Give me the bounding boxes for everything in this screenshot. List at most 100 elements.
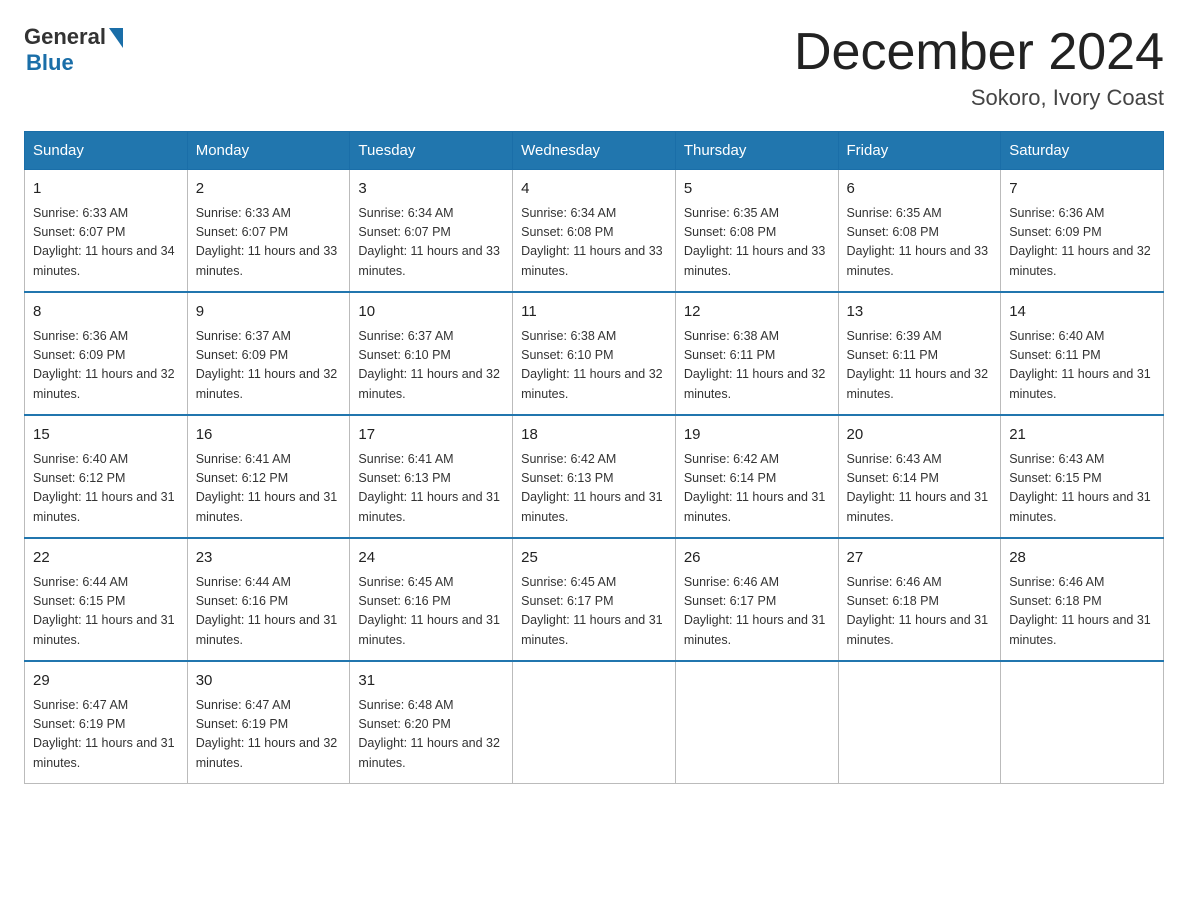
- logo-blue-text: Blue: [26, 50, 74, 76]
- day-number: 14: [1009, 301, 1155, 324]
- day-info: Sunrise: 6:36 AM Sunset: 6:09 PM Dayligh…: [1009, 204, 1155, 282]
- day-number: 25: [521, 547, 667, 570]
- calendar-cell: [1001, 661, 1164, 784]
- calendar-cell: 29 Sunrise: 6:47 AM Sunset: 6:19 PM Dayl…: [25, 661, 188, 784]
- logo-general-text: General: [24, 24, 106, 50]
- calendar-header-row: SundayMondayTuesdayWednesdayThursdayFrid…: [25, 132, 1164, 170]
- calendar-week-row: 8 Sunrise: 6:36 AM Sunset: 6:09 PM Dayli…: [25, 292, 1164, 415]
- day-number: 19: [684, 424, 830, 447]
- calendar-cell: 18 Sunrise: 6:42 AM Sunset: 6:13 PM Dayl…: [513, 415, 676, 538]
- day-number: 21: [1009, 424, 1155, 447]
- day-info: Sunrise: 6:44 AM Sunset: 6:16 PM Dayligh…: [196, 573, 342, 651]
- calendar-cell: 15 Sunrise: 6:40 AM Sunset: 6:12 PM Dayl…: [25, 415, 188, 538]
- day-info: Sunrise: 6:43 AM Sunset: 6:15 PM Dayligh…: [1009, 450, 1155, 528]
- weekday-header-saturday: Saturday: [1001, 132, 1164, 170]
- day-number: 16: [196, 424, 342, 447]
- day-info: Sunrise: 6:36 AM Sunset: 6:09 PM Dayligh…: [33, 327, 179, 405]
- calendar-cell: 3 Sunrise: 6:34 AM Sunset: 6:07 PM Dayli…: [350, 170, 513, 293]
- calendar-week-row: 22 Sunrise: 6:44 AM Sunset: 6:15 PM Dayl…: [25, 538, 1164, 661]
- calendar-table: SundayMondayTuesdayWednesdayThursdayFrid…: [24, 131, 1164, 784]
- page-header: General Blue December 2024 Sokoro, Ivory…: [24, 24, 1164, 111]
- calendar-cell: [838, 661, 1001, 784]
- weekday-header-thursday: Thursday: [675, 132, 838, 170]
- day-number: 24: [358, 547, 504, 570]
- calendar-cell: 9 Sunrise: 6:37 AM Sunset: 6:09 PM Dayli…: [187, 292, 350, 415]
- day-number: 13: [847, 301, 993, 324]
- day-info: Sunrise: 6:34 AM Sunset: 6:07 PM Dayligh…: [358, 204, 504, 282]
- day-info: Sunrise: 6:33 AM Sunset: 6:07 PM Dayligh…: [33, 204, 179, 282]
- day-info: Sunrise: 6:42 AM Sunset: 6:13 PM Dayligh…: [521, 450, 667, 528]
- logo-arrow-icon: [109, 28, 123, 48]
- day-info: Sunrise: 6:35 AM Sunset: 6:08 PM Dayligh…: [847, 204, 993, 282]
- day-info: Sunrise: 6:40 AM Sunset: 6:12 PM Dayligh…: [33, 450, 179, 528]
- calendar-cell: 31 Sunrise: 6:48 AM Sunset: 6:20 PM Dayl…: [350, 661, 513, 784]
- calendar-week-row: 15 Sunrise: 6:40 AM Sunset: 6:12 PM Dayl…: [25, 415, 1164, 538]
- calendar-cell: 27 Sunrise: 6:46 AM Sunset: 6:18 PM Dayl…: [838, 538, 1001, 661]
- day-number: 5: [684, 178, 830, 201]
- calendar-cell: 19 Sunrise: 6:42 AM Sunset: 6:14 PM Dayl…: [675, 415, 838, 538]
- day-number: 1: [33, 178, 179, 201]
- calendar-cell: 20 Sunrise: 6:43 AM Sunset: 6:14 PM Dayl…: [838, 415, 1001, 538]
- day-info: Sunrise: 6:34 AM Sunset: 6:08 PM Dayligh…: [521, 204, 667, 282]
- calendar-cell: 4 Sunrise: 6:34 AM Sunset: 6:08 PM Dayli…: [513, 170, 676, 293]
- day-number: 31: [358, 670, 504, 693]
- day-info: Sunrise: 6:37 AM Sunset: 6:09 PM Dayligh…: [196, 327, 342, 405]
- calendar-cell: 6 Sunrise: 6:35 AM Sunset: 6:08 PM Dayli…: [838, 170, 1001, 293]
- calendar-cell: 7 Sunrise: 6:36 AM Sunset: 6:09 PM Dayli…: [1001, 170, 1164, 293]
- day-info: Sunrise: 6:45 AM Sunset: 6:16 PM Dayligh…: [358, 573, 504, 651]
- weekday-header-monday: Monday: [187, 132, 350, 170]
- day-number: 15: [33, 424, 179, 447]
- logo: General Blue: [24, 24, 123, 76]
- calendar-cell: 28 Sunrise: 6:46 AM Sunset: 6:18 PM Dayl…: [1001, 538, 1164, 661]
- calendar-cell: 12 Sunrise: 6:38 AM Sunset: 6:11 PM Dayl…: [675, 292, 838, 415]
- calendar-cell: 17 Sunrise: 6:41 AM Sunset: 6:13 PM Dayl…: [350, 415, 513, 538]
- weekday-header-sunday: Sunday: [25, 132, 188, 170]
- day-number: 29: [33, 670, 179, 693]
- day-number: 20: [847, 424, 993, 447]
- month-title: December 2024: [794, 24, 1164, 81]
- day-info: Sunrise: 6:46 AM Sunset: 6:17 PM Dayligh…: [684, 573, 830, 651]
- day-number: 26: [684, 547, 830, 570]
- day-info: Sunrise: 6:45 AM Sunset: 6:17 PM Dayligh…: [521, 573, 667, 651]
- calendar-cell: 16 Sunrise: 6:41 AM Sunset: 6:12 PM Dayl…: [187, 415, 350, 538]
- calendar-cell: 5 Sunrise: 6:35 AM Sunset: 6:08 PM Dayli…: [675, 170, 838, 293]
- weekday-header-wednesday: Wednesday: [513, 132, 676, 170]
- day-number: 6: [847, 178, 993, 201]
- calendar-cell: 30 Sunrise: 6:47 AM Sunset: 6:19 PM Dayl…: [187, 661, 350, 784]
- day-info: Sunrise: 6:40 AM Sunset: 6:11 PM Dayligh…: [1009, 327, 1155, 405]
- day-info: Sunrise: 6:43 AM Sunset: 6:14 PM Dayligh…: [847, 450, 993, 528]
- day-number: 11: [521, 301, 667, 324]
- calendar-cell: 14 Sunrise: 6:40 AM Sunset: 6:11 PM Dayl…: [1001, 292, 1164, 415]
- calendar-cell: 8 Sunrise: 6:36 AM Sunset: 6:09 PM Dayli…: [25, 292, 188, 415]
- day-number: 30: [196, 670, 342, 693]
- day-number: 2: [196, 178, 342, 201]
- day-info: Sunrise: 6:41 AM Sunset: 6:12 PM Dayligh…: [196, 450, 342, 528]
- day-info: Sunrise: 6:47 AM Sunset: 6:19 PM Dayligh…: [196, 696, 342, 774]
- calendar-week-row: 29 Sunrise: 6:47 AM Sunset: 6:19 PM Dayl…: [25, 661, 1164, 784]
- day-info: Sunrise: 6:46 AM Sunset: 6:18 PM Dayligh…: [1009, 573, 1155, 651]
- day-info: Sunrise: 6:46 AM Sunset: 6:18 PM Dayligh…: [847, 573, 993, 651]
- calendar-cell: 10 Sunrise: 6:37 AM Sunset: 6:10 PM Dayl…: [350, 292, 513, 415]
- calendar-cell: 2 Sunrise: 6:33 AM Sunset: 6:07 PM Dayli…: [187, 170, 350, 293]
- day-number: 28: [1009, 547, 1155, 570]
- day-info: Sunrise: 6:37 AM Sunset: 6:10 PM Dayligh…: [358, 327, 504, 405]
- day-number: 22: [33, 547, 179, 570]
- calendar-cell: 13 Sunrise: 6:39 AM Sunset: 6:11 PM Dayl…: [838, 292, 1001, 415]
- day-info: Sunrise: 6:47 AM Sunset: 6:19 PM Dayligh…: [33, 696, 179, 774]
- day-info: Sunrise: 6:42 AM Sunset: 6:14 PM Dayligh…: [684, 450, 830, 528]
- day-number: 12: [684, 301, 830, 324]
- day-number: 8: [33, 301, 179, 324]
- calendar-cell: 24 Sunrise: 6:45 AM Sunset: 6:16 PM Dayl…: [350, 538, 513, 661]
- calendar-week-row: 1 Sunrise: 6:33 AM Sunset: 6:07 PM Dayli…: [25, 170, 1164, 293]
- day-number: 3: [358, 178, 504, 201]
- day-info: Sunrise: 6:48 AM Sunset: 6:20 PM Dayligh…: [358, 696, 504, 774]
- calendar-cell: 25 Sunrise: 6:45 AM Sunset: 6:17 PM Dayl…: [513, 538, 676, 661]
- day-number: 17: [358, 424, 504, 447]
- day-info: Sunrise: 6:41 AM Sunset: 6:13 PM Dayligh…: [358, 450, 504, 528]
- title-section: December 2024 Sokoro, Ivory Coast: [794, 24, 1164, 111]
- day-number: 23: [196, 547, 342, 570]
- day-info: Sunrise: 6:39 AM Sunset: 6:11 PM Dayligh…: [847, 327, 993, 405]
- day-info: Sunrise: 6:33 AM Sunset: 6:07 PM Dayligh…: [196, 204, 342, 282]
- calendar-cell: 22 Sunrise: 6:44 AM Sunset: 6:15 PM Dayl…: [25, 538, 188, 661]
- day-number: 18: [521, 424, 667, 447]
